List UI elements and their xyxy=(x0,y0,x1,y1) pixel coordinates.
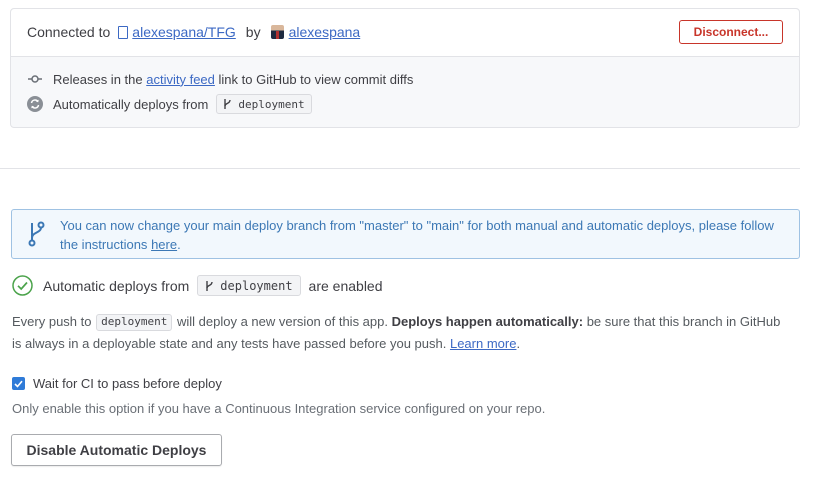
avatar xyxy=(270,25,284,39)
auto-status-before: Automatic deploys from xyxy=(43,277,190,294)
commit-icon xyxy=(27,71,43,87)
learn-more-link[interactable]: Learn more xyxy=(450,336,516,351)
notice-text: You can now change your main deploy bran… xyxy=(60,216,790,254)
releases-text-before: Releases in the xyxy=(53,71,143,87)
branch-chip: deployment xyxy=(197,275,301,296)
desc-part2: will deploy a new version of this app. xyxy=(176,314,388,329)
branch-icon xyxy=(27,221,47,250)
disable-automatic-deploys-button[interactable]: Disable Automatic Deploys xyxy=(11,434,222,466)
desc-part1: Every push to xyxy=(12,314,92,329)
wait-ci-help: Only enable this option if you have a Co… xyxy=(12,401,546,416)
section-divider xyxy=(0,168,800,169)
auto-deploy-description: Every push to deployment will deploy a n… xyxy=(12,311,792,355)
repo-icon xyxy=(118,25,129,39)
wait-ci-checkbox[interactable] xyxy=(12,377,25,390)
by-label: by xyxy=(245,24,261,40)
releases-row: Releases in the activity feed link to Gi… xyxy=(27,71,413,87)
activity-feed-link[interactable]: activity feed xyxy=(146,72,215,87)
desc-end: . xyxy=(516,336,521,351)
releases-text-after: link to GitHub to view commit diffs xyxy=(218,71,414,87)
user-link[interactable]: alexespana xyxy=(289,24,361,40)
branch-name: deployment xyxy=(238,97,305,111)
repo-link[interactable]: alexespana/TFG xyxy=(132,24,236,40)
github-connection-card: Connected to alexespana/TFG by alexespan… xyxy=(10,8,800,128)
disconnect-button[interactable]: Disconnect... xyxy=(679,20,783,44)
auto-deploy-status: Automatic deploys from deployment are en… xyxy=(12,275,383,296)
auto-deploy-info-text: Automatically deploys from xyxy=(53,96,209,112)
notice-link[interactable]: here xyxy=(151,237,177,252)
branch-icon xyxy=(205,280,214,292)
wait-ci-row: Wait for CI to pass before deploy xyxy=(12,376,222,391)
connected-to-label: Connected to xyxy=(27,24,111,40)
connection-line: Connected to alexespana/TFG by alexespan… xyxy=(27,24,360,40)
sync-icon xyxy=(27,96,43,112)
branch-chip: deployment xyxy=(216,94,312,114)
branch-chip: deployment xyxy=(96,313,173,331)
check-circle-icon xyxy=(12,275,33,296)
auto-deploy-info-row: Automatically deploys from deployment xyxy=(27,94,312,114)
notice-end: . xyxy=(177,237,181,252)
auto-status-after: are enabled xyxy=(308,277,383,294)
connection-header: Connected to alexespana/TFG by alexespan… xyxy=(11,9,799,57)
branch-icon xyxy=(223,98,232,110)
branch-name: deployment xyxy=(220,278,293,293)
wait-ci-label[interactable]: Wait for CI to pass before deploy xyxy=(33,376,222,391)
main-branch-notice: You can now change your main deploy bran… xyxy=(11,209,800,259)
desc-bold: Deploys happen automatically: xyxy=(391,314,584,329)
